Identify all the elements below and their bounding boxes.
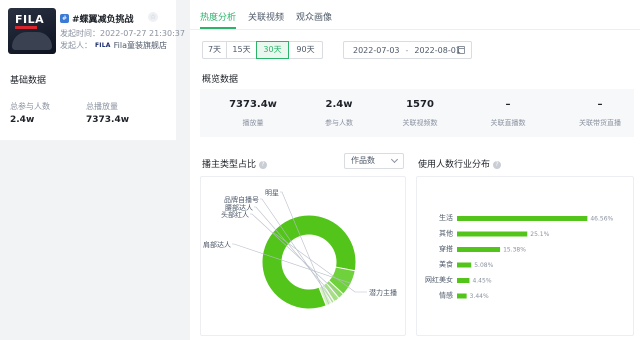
anchor-type-title-text: 播主类型占比 [202, 160, 257, 170]
bar-value-label: 46.56% [590, 216, 613, 223]
donut-label: 潜力主播 [369, 288, 397, 297]
metric-select-value: 作品数 [351, 156, 375, 165]
logo-stripe [15, 26, 37, 29]
date-end: 2022-08-01 [414, 45, 461, 55]
overview-stats: 7373.4w 播放量 2.4w 参与人数 1570 关联视频数 – 关联直播数… [200, 89, 634, 137]
bar-value-label: 4.45% [472, 278, 491, 285]
overview-title: 概览数据 [202, 75, 239, 85]
overview-videos: 1570 关联视频数 [380, 99, 460, 128]
tab-heat-analysis[interactable]: 热度分析 [200, 10, 236, 23]
industry-bar[interactable] [457, 231, 528, 237]
donut-label: 肩部达人 [203, 240, 231, 249]
anchor-type-title: 播主类型占比? [202, 157, 268, 170]
chevron-down-icon [390, 155, 399, 164]
anchor-type-donut-chart: 潜力主播肩部达人头部红人腰部达人品牌自播号明星 [203, 189, 397, 310]
overview-plays: 7373.4w 播放量 [213, 99, 293, 128]
overview-label: 关联直播数 [490, 119, 526, 127]
industry-bar[interactable] [457, 216, 588, 221]
plays-value: 7373.4w [86, 115, 130, 125]
topic-title-row: # #蝶翼减负挑战 [60, 12, 160, 25]
date-separator: - [405, 45, 409, 55]
topic-title[interactable]: #蝶翼减负挑战 [72, 12, 134, 25]
donut-label: 品牌自播号 [224, 195, 259, 204]
overview-label: 参与人数 [325, 119, 353, 127]
help-icon[interactable]: ? [259, 160, 268, 169]
overview-participants: 2.4w 参与人数 [299, 99, 379, 128]
hashtag-icon: # [60, 14, 69, 23]
topic-card: FILA # #蝶翼减负挑战 ☆ 发起时间：2022-07-27 21:30:3… [0, 0, 185, 140]
basic-data-title: 基础数据 [10, 76, 47, 86]
bar-value-label: 25.1% [530, 231, 549, 238]
range-90d-button[interactable]: 90天 [288, 41, 323, 59]
bar-category-label: 情感 [439, 291, 453, 300]
overview-value: 7373.4w [229, 99, 277, 110]
industry-bar[interactable] [457, 247, 501, 252]
initiator-row: 发起人： FILA Fila童装旗舰店 [60, 40, 167, 51]
initiator-name[interactable]: Fila童装旗舰店 [114, 40, 167, 51]
bar-value-label: 3.44% [470, 293, 489, 300]
range-30d-button[interactable]: 30天 [256, 41, 289, 59]
main-panel: 热度分析 关联视频 观众画像 7天 15天 30天 90天 2022-07-03… [190, 0, 640, 340]
metric-select[interactable]: 作品数 [344, 153, 404, 169]
bar-value-label: 15.38% [503, 247, 526, 254]
overview-label: 播放量 [242, 119, 264, 127]
date-range-picker[interactable]: 2022-07-03 - 2022-08-01 [343, 41, 472, 59]
industry-panel: 生活 46.56% 其他 25.1% 穿搭 15.38% 美食 5.08% 网红美女 4.45% 情… [416, 176, 634, 336]
industry-bar[interactable] [457, 278, 470, 283]
cap-shape [12, 32, 52, 50]
overview-value: – [505, 99, 511, 110]
tab-audience-profile[interactable]: 观众画像 [296, 10, 332, 23]
initiator-label: 发起人： [60, 41, 92, 50]
range-7d-button[interactable]: 7天 [202, 41, 227, 59]
tab-related-videos[interactable]: 关联视频 [248, 10, 284, 23]
bar-category-label: 网红美女 [425, 275, 453, 284]
star-icon[interactable]: ☆ [148, 12, 158, 22]
anchor-type-panel: 潜力主播 肩部达人 头部红人 腰部达人 品牌自播号 明星 [200, 176, 406, 336]
range-15d-button[interactable]: 15天 [226, 41, 257, 59]
date-start: 2022-07-03 [353, 45, 400, 55]
fila-logo: FILA [15, 13, 45, 26]
participants-value: 2.4w [10, 115, 35, 125]
industry-bar[interactable] [457, 262, 472, 268]
bar-category-label: 生活 [439, 213, 453, 222]
topic-cover-image[interactable]: FILA [8, 8, 56, 54]
bar-category-label: 其他 [439, 229, 453, 238]
active-tab-indicator [200, 27, 236, 29]
overview-value: – [597, 99, 603, 110]
help-icon[interactable]: ? [493, 160, 502, 169]
tab-bar: 热度分析 关联视频 观众画像 [190, 0, 640, 30]
initiator-logo-icon: FILA [95, 42, 111, 49]
overview-lives: – 关联直播数 [468, 99, 548, 128]
overview-value: 2.4w [325, 99, 353, 110]
bar-category-label: 穿搭 [439, 244, 453, 253]
overview-sales-lives: – 关联带货直播 [560, 99, 640, 128]
participants-label: 总参与人数 [10, 102, 50, 111]
overview-label: 关联视频数 [402, 119, 438, 127]
overview-value: 1570 [406, 99, 434, 110]
industry-title: 使用人数行业分布? [418, 157, 502, 170]
bar-value-label: 5.08% [474, 262, 493, 269]
industry-bar-chart: 生活 46.56% 其他 25.1% 穿搭 15.38% 美食 5.08% 网红美女 4.45% 情… [425, 213, 614, 300]
industry-title-text: 使用人数行业分布 [418, 160, 491, 170]
plays-label: 总播放量 [86, 102, 118, 111]
calendar-icon [457, 46, 465, 54]
donut-label: 明星 [265, 189, 279, 197]
industry-bar[interactable] [457, 293, 467, 299]
bar-category-label: 美食 [439, 260, 453, 269]
publish-time: 发起时间：2022-07-27 21:30:37 [60, 29, 185, 38]
overview-label: 关联带货直播 [579, 119, 621, 127]
donut-label: 腰部达人 [225, 203, 253, 212]
